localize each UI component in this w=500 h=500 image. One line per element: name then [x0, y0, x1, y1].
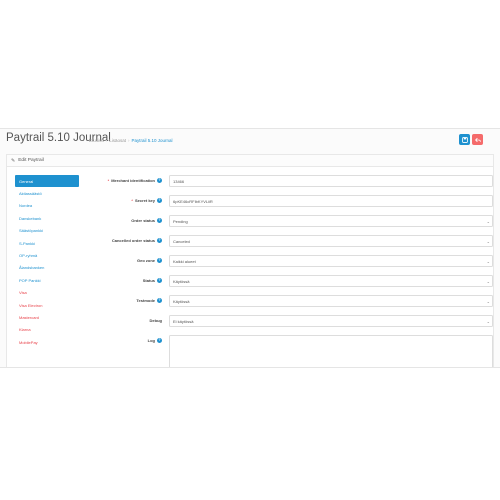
secret-key-row: * Secret key? 6pKE46cRFIbKYVLiiR [81, 195, 493, 207]
merchant-id-input[interactable]: 13466 [169, 175, 493, 187]
edit-panel: ✎ Edit Paytrail General Aktiassäästö Nor… [6, 154, 494, 367]
help-icon: ? [157, 178, 162, 183]
debug-row: Debug Ei käytössä ⌄ [81, 315, 493, 327]
help-icon: ? [157, 298, 162, 303]
chevron-down-icon: ⌄ [486, 219, 490, 224]
cancelled-order-status-select[interactable]: Canceled ⌄ [169, 235, 493, 247]
tab-klarna[interactable]: Klarna [15, 324, 79, 336]
tab-danskebank[interactable]: Danskebank [15, 212, 79, 224]
geo-zone-select[interactable]: Kaikki alueet ⌄ [169, 255, 493, 267]
breadcrumb-home[interactable]: Etusivu [89, 138, 104, 143]
admin-app: Paytrail 5.10 Journal Etusivu › Lisäosat › P… [0, 128, 500, 368]
order-status-select[interactable]: Pending ⌄ [169, 215, 493, 227]
cancelled-order-status-row: Cancelled order status? Canceled ⌄ [81, 235, 493, 247]
cancelled-order-status-label: Cancelled order status? [111, 238, 162, 243]
tab-visa-electron[interactable]: Visa Electron [15, 299, 79, 311]
chevron-down-icon: ⌄ [486, 239, 490, 244]
merchant-id-row: * Merchant identification? 13466 [81, 175, 493, 187]
status-row: Status? Käytössä ⌄ [81, 275, 493, 287]
pencil-icon: ✎ [11, 157, 16, 164]
chevron-down-icon: ⌄ [486, 299, 490, 304]
status-label: Status? [142, 278, 162, 283]
save-icon [461, 136, 468, 143]
breadcrumb: Etusivu › Lisäosat › Paytrail 5.10 Journal [89, 138, 173, 143]
chevron-down-icon: ⌄ [486, 319, 490, 324]
help-icon: ? [157, 338, 162, 343]
tab-aktia[interactable]: Aktiassäästö [15, 187, 79, 199]
log-label: Log? [147, 338, 162, 343]
tab-s-pankki[interactable]: S-Pankki [15, 237, 79, 249]
cancel-button[interactable] [472, 134, 483, 145]
help-icon: ? [157, 238, 162, 243]
panel-heading: ✎ Edit Paytrail [7, 155, 493, 167]
geo-zone-row: Geo zone? Kaikki alueet ⌄ [81, 255, 493, 267]
help-icon: ? [157, 198, 162, 203]
tab-alandsbanken[interactable]: Ålandsbanken [15, 262, 79, 274]
tab-op-ryhma[interactable]: OP-ryhmä [15, 249, 79, 261]
debug-select[interactable]: Ei käytössä ⌄ [169, 315, 493, 327]
tab-mastercard[interactable]: Mastercard [15, 311, 79, 323]
save-button[interactable] [459, 134, 470, 145]
help-icon: ? [157, 258, 162, 263]
tab-pop-pankki[interactable]: POP Pankki [15, 274, 79, 286]
testmode-row: Testmode? Käytössä ⌄ [81, 295, 493, 307]
breadcrumb-extensions[interactable]: Lisäosat [109, 138, 126, 143]
testmode-label: Testmode? [136, 298, 162, 303]
tab-nordea[interactable]: Nordea [15, 200, 79, 212]
tab-mobilepay[interactable]: MobilePay [15, 336, 79, 348]
tab-visa[interactable]: Visa [15, 287, 79, 299]
panel-heading-label: Edit Paytrail [18, 158, 44, 163]
help-icon: ? [157, 278, 162, 283]
order-status-row: Order status? Pending ⌄ [81, 215, 493, 227]
page-header: Paytrail 5.10 Journal Etusivu › Lisäosat › P… [0, 129, 500, 151]
secret-key-label: * Secret key? [131, 198, 162, 203]
status-select[interactable]: Käytössä ⌄ [169, 275, 493, 287]
debug-label: Debug [149, 318, 162, 323]
order-status-label: Order status? [131, 218, 162, 223]
chevron-down-icon: ⌄ [486, 279, 490, 284]
tab-saastopankki[interactable]: Säästöpankki [15, 225, 79, 237]
help-icon: ? [157, 218, 162, 223]
chevron-down-icon: ⌄ [486, 259, 490, 264]
secret-key-input[interactable]: 6pKE46cRFIbKYVLiiR [169, 195, 493, 207]
log-textarea[interactable] [169, 335, 493, 367]
geo-zone-label: Geo zone? [136, 258, 162, 263]
breadcrumb-current[interactable]: Paytrail 5.10 Journal [132, 138, 173, 143]
log-row: Log? [81, 335, 493, 367]
payment-method-tabs: General Aktiassäästö Nordea Danskebank S… [15, 175, 79, 348]
testmode-select[interactable]: Käytössä ⌄ [169, 295, 493, 307]
reply-icon [474, 137, 481, 142]
merchant-id-label: * Merchant identification? [107, 178, 162, 183]
tab-general[interactable]: General [15, 175, 79, 188]
